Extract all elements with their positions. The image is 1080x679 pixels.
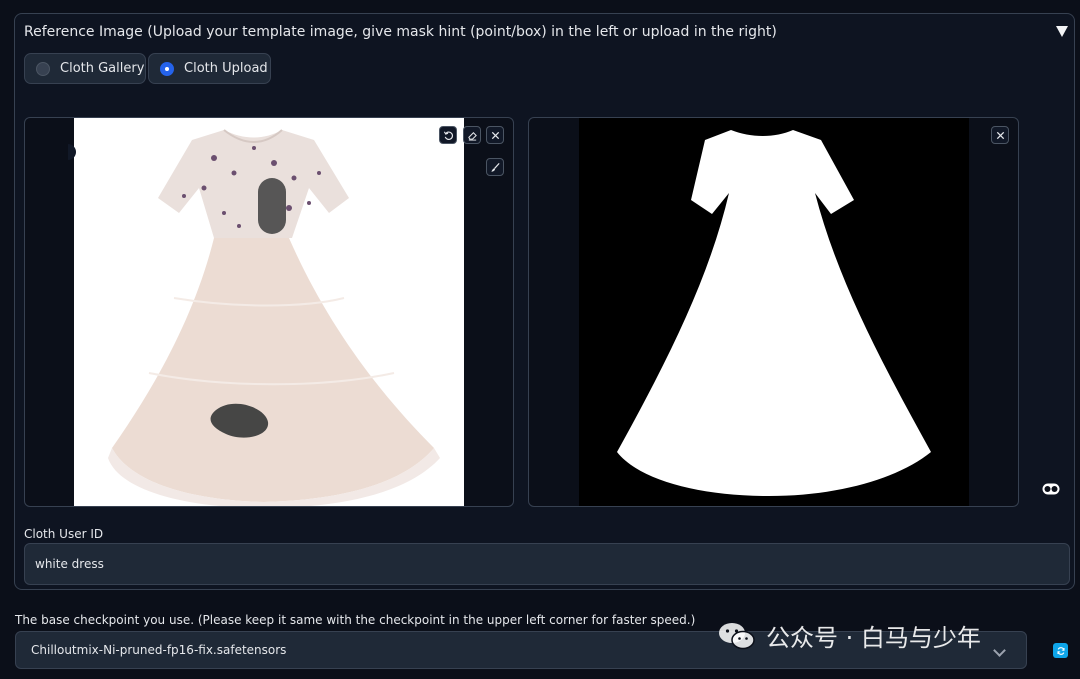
checkpoint-label: The base checkpoint you use. (Please kee… [15, 613, 696, 627]
close-icon[interactable] [486, 126, 504, 144]
radio-checked-icon [160, 61, 174, 76]
radio-label: Cloth Upload [184, 61, 268, 76]
radio-unchecked-icon [36, 61, 50, 76]
eraser-icon[interactable] [463, 126, 481, 144]
cloth-user-id-input[interactable] [24, 543, 1070, 585]
radio-cloth-upload[interactable]: Cloth Upload [148, 53, 271, 84]
panel-title: Reference Image (Upload your template im… [24, 24, 777, 40]
cloth-user-id-label: Cloth User ID [24, 527, 104, 541]
toggle-icon[interactable] [1042, 483, 1060, 495]
cloth-image-editor[interactable] [24, 117, 514, 507]
brush-icon[interactable] [486, 158, 504, 176]
cloth-image[interactable] [74, 118, 464, 507]
chevron-down-icon [993, 644, 1006, 657]
checkpoint-value: Chilloutmix-Ni-pruned-fp16-fix.safetenso… [31, 643, 287, 657]
radio-label: Cloth Gallery [60, 61, 145, 76]
refresh-icon[interactable] [1053, 643, 1068, 658]
mask-image [579, 118, 969, 506]
wechat-icon [719, 622, 755, 649]
triangle-down-icon[interactable] [1056, 26, 1068, 37]
radio-cloth-gallery[interactable]: Cloth Gallery [24, 53, 146, 84]
reference-image-panel: Reference Image (Upload your template im… [14, 13, 1075, 590]
undo-icon[interactable] [439, 126, 457, 144]
close-icon[interactable] [991, 126, 1009, 144]
mask-image-preview[interactable] [528, 117, 1019, 507]
watermark-text: 公众号 · 白马与少年 [766, 624, 981, 652]
watermark: 公众号 · 白马与少年 [718, 618, 981, 653]
